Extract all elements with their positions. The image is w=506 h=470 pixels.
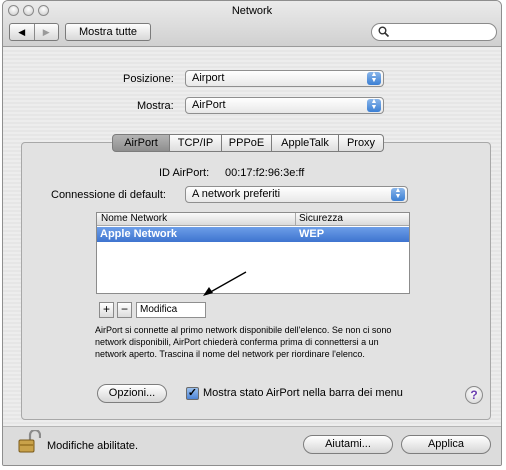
show-all-button[interactable]: Mostra tutte <box>65 23 151 41</box>
show-value: AirPort <box>192 99 226 111</box>
column-header-name[interactable]: Nome Network <box>101 213 167 225</box>
back-arrow-icon[interactable]: ◀ <box>10 24 35 40</box>
remove-network-button[interactable]: − <box>117 302 132 318</box>
airport-id-label: ID AirPort: <box>159 167 210 179</box>
add-network-button[interactable]: + <box>99 302 114 318</box>
tab-proxy[interactable]: Proxy <box>339 134 384 152</box>
column-divider <box>295 213 296 226</box>
location-value: Airport <box>192 72 225 84</box>
preferences-content: Posizione: Airport ▲ ▼ Mostra: AirPort ▲ ▼… <box>3 48 501 426</box>
popup-arrows-icon: ▲ ▼ <box>367 98 381 112</box>
window-title: Network <box>231 5 273 17</box>
show-popup[interactable]: AirPort ▲ ▼ <box>185 97 384 114</box>
help-button[interactable]: Aiutami... <box>303 435 393 454</box>
network-window: Network ◀ ▶ Mostra tutte Posizione: Airp… <box>2 0 502 466</box>
airport-description: AirPort si connette al primo network dis… <box>95 325 392 359</box>
search-input[interactable] <box>371 23 497 41</box>
show-status-label: Mostra stato AirPort nella barra dei men… <box>203 387 403 399</box>
popup-arrows-icon: ▲ ▼ <box>391 187 405 201</box>
tab-tcpip[interactable]: TCP/IP <box>170 134 222 152</box>
show-status-checkbox[interactable]: ✓ <box>186 387 199 400</box>
show-label: Mostra: <box>137 100 174 112</box>
options-button[interactable]: Opzioni... <box>97 384 167 403</box>
column-header-security[interactable]: Sicurezza <box>299 213 343 225</box>
search-icon <box>378 26 390 38</box>
network-security-cell: WEP <box>299 228 325 240</box>
help-icon[interactable]: ? <box>465 386 483 404</box>
default-connection-label: Connessione di default: <box>51 189 166 201</box>
lock-icon[interactable] <box>17 430 41 454</box>
edit-network-button[interactable]: Modifica <box>136 302 206 318</box>
pointer-arrow-icon <box>203 271 247 296</box>
default-connection-popup[interactable]: A network preferiti ▲ ▼ <box>185 186 408 203</box>
back-forward-control: ◀ ▶ <box>9 23 59 41</box>
forward-arrow-icon[interactable]: ▶ <box>35 24 59 40</box>
tab-pppoe[interactable]: PPPoE <box>222 134 272 152</box>
tab-bar: AirPort TCP/IP PPPoE AppleTalk Proxy <box>112 134 384 152</box>
footer-bar: Modifiche abilitate. Aiutami... Applica <box>3 426 501 465</box>
popup-arrows-icon: ▲ ▼ <box>367 71 381 85</box>
default-connection-value: A network preferiti <box>192 188 281 200</box>
tab-airport[interactable]: AirPort <box>112 134 170 152</box>
title-bar: Network ◀ ▶ Mostra tutte <box>3 1 501 47</box>
tab-appletalk[interactable]: AppleTalk <box>272 134 339 152</box>
table-row[interactable]: Apple Network WEP <box>97 227 409 242</box>
airport-id-value: 00:17:f2:96:3e:ff <box>225 167 305 179</box>
apply-button[interactable]: Applica <box>401 435 491 454</box>
table-header: Nome Network Sicurezza <box>97 213 409 226</box>
location-label: Posizione: <box>123 73 174 85</box>
location-popup[interactable]: Airport ▲ ▼ <box>185 70 384 87</box>
network-name-cell: Apple Network <box>100 228 178 240</box>
preferred-networks-table[interactable]: Nome Network Sicurezza Apple Network WEP <box>96 212 410 294</box>
lock-status-text: Modifiche abilitate. <box>47 440 139 452</box>
